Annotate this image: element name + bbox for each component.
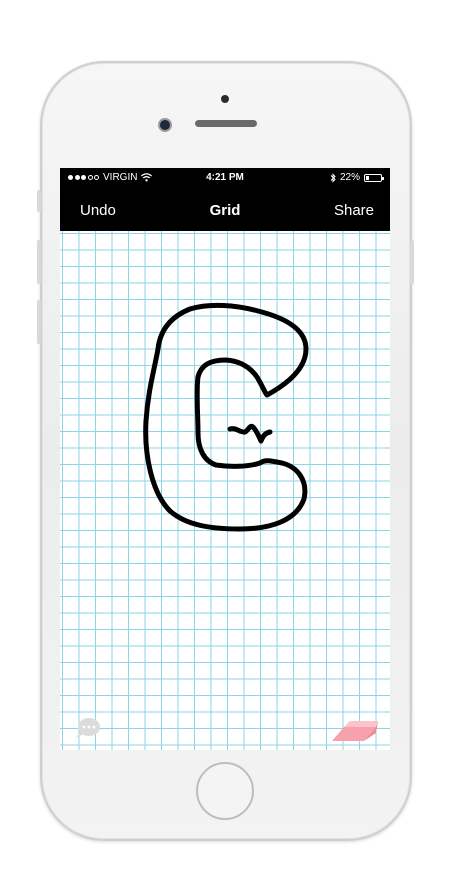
- status-right: 22%: [330, 172, 384, 183]
- screen: VIRGIN 4:21 PM 22% Undo Grid Share: [60, 168, 390, 750]
- battery-percent: 22%: [339, 172, 360, 183]
- front-camera: [160, 120, 170, 130]
- chat-bubble-icon[interactable]: [74, 716, 102, 740]
- status-bar: VIRGIN 4:21 PM 22%: [60, 168, 390, 188]
- freehand-drawing: [143, 302, 309, 532]
- volume-down-button: [37, 300, 41, 344]
- earpiece-speaker: [195, 120, 257, 127]
- drawing-stroke-inner: [227, 423, 273, 444]
- battery-level: [366, 175, 369, 180]
- battery-icon: [364, 173, 384, 182]
- home-button[interactable]: [196, 762, 254, 820]
- proximity-sensor: [221, 95, 229, 103]
- eraser-icon[interactable]: [330, 717, 378, 743]
- navigation-bar: Undo Grid Share: [60, 188, 390, 231]
- drawing-canvas[interactable]: [60, 231, 390, 750]
- volume-up-button: [37, 240, 41, 284]
- power-button: [410, 240, 414, 284]
- drawing-stroke-outer: [143, 302, 309, 532]
- mute-switch: [37, 190, 41, 212]
- bluetooth-icon: [330, 172, 336, 183]
- stage: VIRGIN 4:21 PM 22% Undo Grid Share: [0, 0, 450, 873]
- share-button[interactable]: Share: [334, 202, 374, 219]
